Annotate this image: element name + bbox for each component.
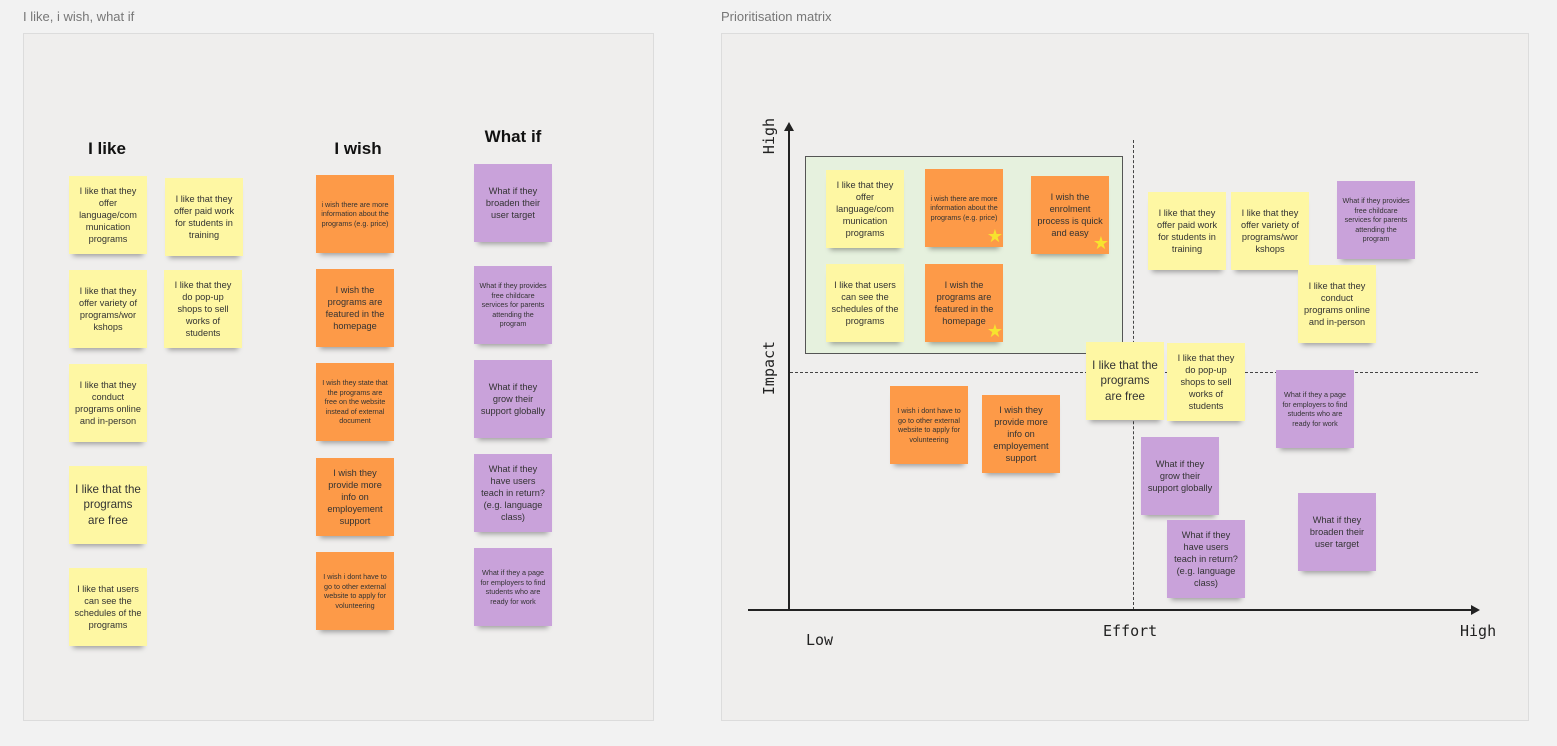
sticky-note-text: I wish the enrolment process is quick an…	[1037, 191, 1103, 239]
matrix-sticky-note-purple[interactable]: What if they broaden their user target	[1298, 493, 1376, 571]
sticky-note-text: I like that the programs are free	[1092, 359, 1158, 403]
sticky-note-text: I wish the programs are featured in the …	[325, 284, 385, 332]
sticky-note-orange[interactable]: I wish they state that the programs are …	[316, 363, 394, 441]
matrix-sticky-note-orange[interactable]: I wish they provide more info on employe…	[982, 395, 1060, 473]
sticky-note-purple[interactable]: What if they provides free childcare ser…	[474, 266, 552, 344]
column-heading-whatif[interactable]: What if	[485, 127, 542, 147]
sticky-note-text: I like that they do pop-up shops to sell…	[174, 279, 232, 339]
star-icon: ★	[1092, 233, 1109, 253]
sticky-note-purple[interactable]: What if they broaden their user target	[474, 164, 552, 242]
star-icon: ★	[986, 226, 1003, 246]
sticky-note-yellow[interactable]: I like that they offer language/com muni…	[69, 176, 147, 254]
sticky-note-orange[interactable]: i wish there are more information about …	[316, 175, 394, 253]
sticky-note-text: I like that they offer language/com muni…	[836, 179, 894, 239]
sticky-note-text: I like that they conduct programs online…	[75, 379, 141, 427]
matrix-sticky-note-yellow[interactable]: I like that they offer variety of progra…	[1231, 192, 1309, 270]
x-axis-high-label: High	[1460, 622, 1497, 640]
y-axis-line	[788, 128, 790, 611]
sticky-note-text: What if they grow their support globally	[1147, 458, 1213, 494]
matrix-sticky-note-purple[interactable]: What if they grow their support globally	[1141, 437, 1219, 515]
sticky-note-text: What if they a page for employers to fin…	[480, 568, 546, 606]
matrix-sticky-note-orange[interactable]: i wish there are more information about …	[925, 169, 1003, 247]
matrix-sticky-note-yellow[interactable]: I like that they offer language/com muni…	[826, 170, 904, 248]
sticky-note-text: I like that users can see the schedules …	[74, 583, 142, 631]
matrix-sticky-note-purple[interactable]: What if they provides free childcare ser…	[1337, 181, 1415, 259]
matrix-sticky-note-purple[interactable]: What if they a page for employers to fin…	[1276, 370, 1354, 448]
sticky-note-text: What if they broaden their user target	[485, 185, 541, 221]
matrix-sticky-note-purple[interactable]: What if they have users teach in return?…	[1167, 520, 1245, 598]
x-axis-low-label: Low	[806, 631, 834, 649]
matrix-sticky-note-orange[interactable]: I wish the enrolment process is quick an…	[1031, 176, 1109, 254]
sticky-note-yellow[interactable]: I like that they conduct programs online…	[69, 364, 147, 442]
sticky-note-text: What if they have users teach in return?…	[1174, 529, 1238, 589]
sticky-note-yellow[interactable]: I like that they do pop-up shops to sell…	[164, 270, 242, 348]
sticky-note-text: I like that they do pop-up shops to sell…	[1177, 352, 1235, 412]
sticky-note-text: What if they provides free childcare ser…	[1342, 196, 1410, 244]
sticky-note-purple[interactable]: What if they a page for employers to fin…	[474, 548, 552, 626]
sticky-note-orange[interactable]: I wish they provide more info on employe…	[316, 458, 394, 536]
sticky-note-text: I like that users can see the schedules …	[831, 279, 899, 327]
x-axis-line	[748, 609, 1473, 611]
sticky-note-yellow[interactable]: I like that users can see the schedules …	[69, 568, 147, 646]
sticky-note-text: I wish i dont have to go to other extern…	[897, 406, 961, 444]
frame-title-matrix[interactable]: Prioritisation matrix	[721, 9, 832, 24]
star-icon: ★	[986, 321, 1003, 341]
sticky-note-text: I like that they offer variety of progra…	[78, 285, 138, 333]
sticky-note-text: I wish they provide more info on employe…	[327, 467, 383, 527]
sticky-note-text: I like that they offer language/com muni…	[79, 185, 137, 245]
column-heading-wish[interactable]: I wish	[334, 139, 381, 159]
column-heading-like[interactable]: I like	[88, 139, 126, 159]
sticky-note-text: I like that they offer variety of progra…	[1240, 207, 1300, 255]
sticky-note-text: What if they a page for employers to fin…	[1282, 390, 1348, 428]
x-axis-title: Effort	[1103, 622, 1158, 640]
sticky-note-text: What if they grow their support globally	[480, 381, 546, 417]
matrix-sticky-note-yellow[interactable]: I like that users can see the schedules …	[826, 264, 904, 342]
sticky-note-text: i wish there are more information about …	[321, 199, 389, 228]
matrix-sticky-note-orange[interactable]: I wish the programs are featured in the …	[925, 264, 1003, 342]
sticky-note-text: I like that they conduct programs online…	[1304, 280, 1370, 328]
matrix-sticky-note-orange[interactable]: I wish i dont have to go to other extern…	[890, 386, 968, 464]
sticky-note-text: What if they have users teach in return?…	[481, 463, 545, 523]
matrix-sticky-note-yellow[interactable]: I like that they offer paid work for stu…	[1148, 192, 1226, 270]
matrix-sticky-note-yellow[interactable]: I like that they conduct programs online…	[1298, 265, 1376, 343]
sticky-note-text: I like that the programs are free	[75, 483, 141, 527]
sticky-note-text: I wish i dont have to go to other extern…	[323, 572, 387, 610]
y-axis-title: Impact	[760, 340, 778, 396]
sticky-note-text: I wish the programs are featured in the …	[934, 279, 994, 327]
sticky-note-text: I like that they offer paid work for stu…	[1156, 207, 1218, 255]
sticky-note-yellow[interactable]: I like that the programs are free	[69, 466, 147, 544]
sticky-note-purple[interactable]: What if they have users teach in return?…	[474, 454, 552, 532]
sticky-note-yellow[interactable]: I like that they offer paid work for stu…	[165, 178, 243, 256]
sticky-note-text: I like that they offer paid work for stu…	[173, 193, 235, 241]
sticky-note-text: i wish there are more information about …	[930, 193, 998, 222]
y-axis-high-label: High	[760, 117, 778, 155]
sticky-note-orange[interactable]: I wish the programs are featured in the …	[316, 269, 394, 347]
sticky-note-text: I wish they state that the programs are …	[322, 378, 388, 426]
sticky-note-text: What if they provides free childcare ser…	[479, 281, 547, 329]
sticky-note-yellow[interactable]: I like that they offer variety of progra…	[69, 270, 147, 348]
frame-title-ideas[interactable]: I like, i wish, what if	[23, 9, 134, 24]
matrix-sticky-note-yellow[interactable]: I like that the programs are free	[1086, 342, 1164, 420]
x-axis-arrow-icon	[1471, 605, 1480, 615]
sticky-note-orange[interactable]: I wish i dont have to go to other extern…	[316, 552, 394, 630]
y-axis-arrow-icon	[784, 122, 794, 131]
matrix-sticky-note-yellow[interactable]: I like that they do pop-up shops to sell…	[1167, 343, 1245, 421]
sticky-note-purple[interactable]: What if they grow their support globally	[474, 360, 552, 438]
sticky-note-text: I wish they provide more info on employe…	[993, 404, 1049, 464]
sticky-note-text: What if they broaden their user target	[1309, 514, 1365, 550]
